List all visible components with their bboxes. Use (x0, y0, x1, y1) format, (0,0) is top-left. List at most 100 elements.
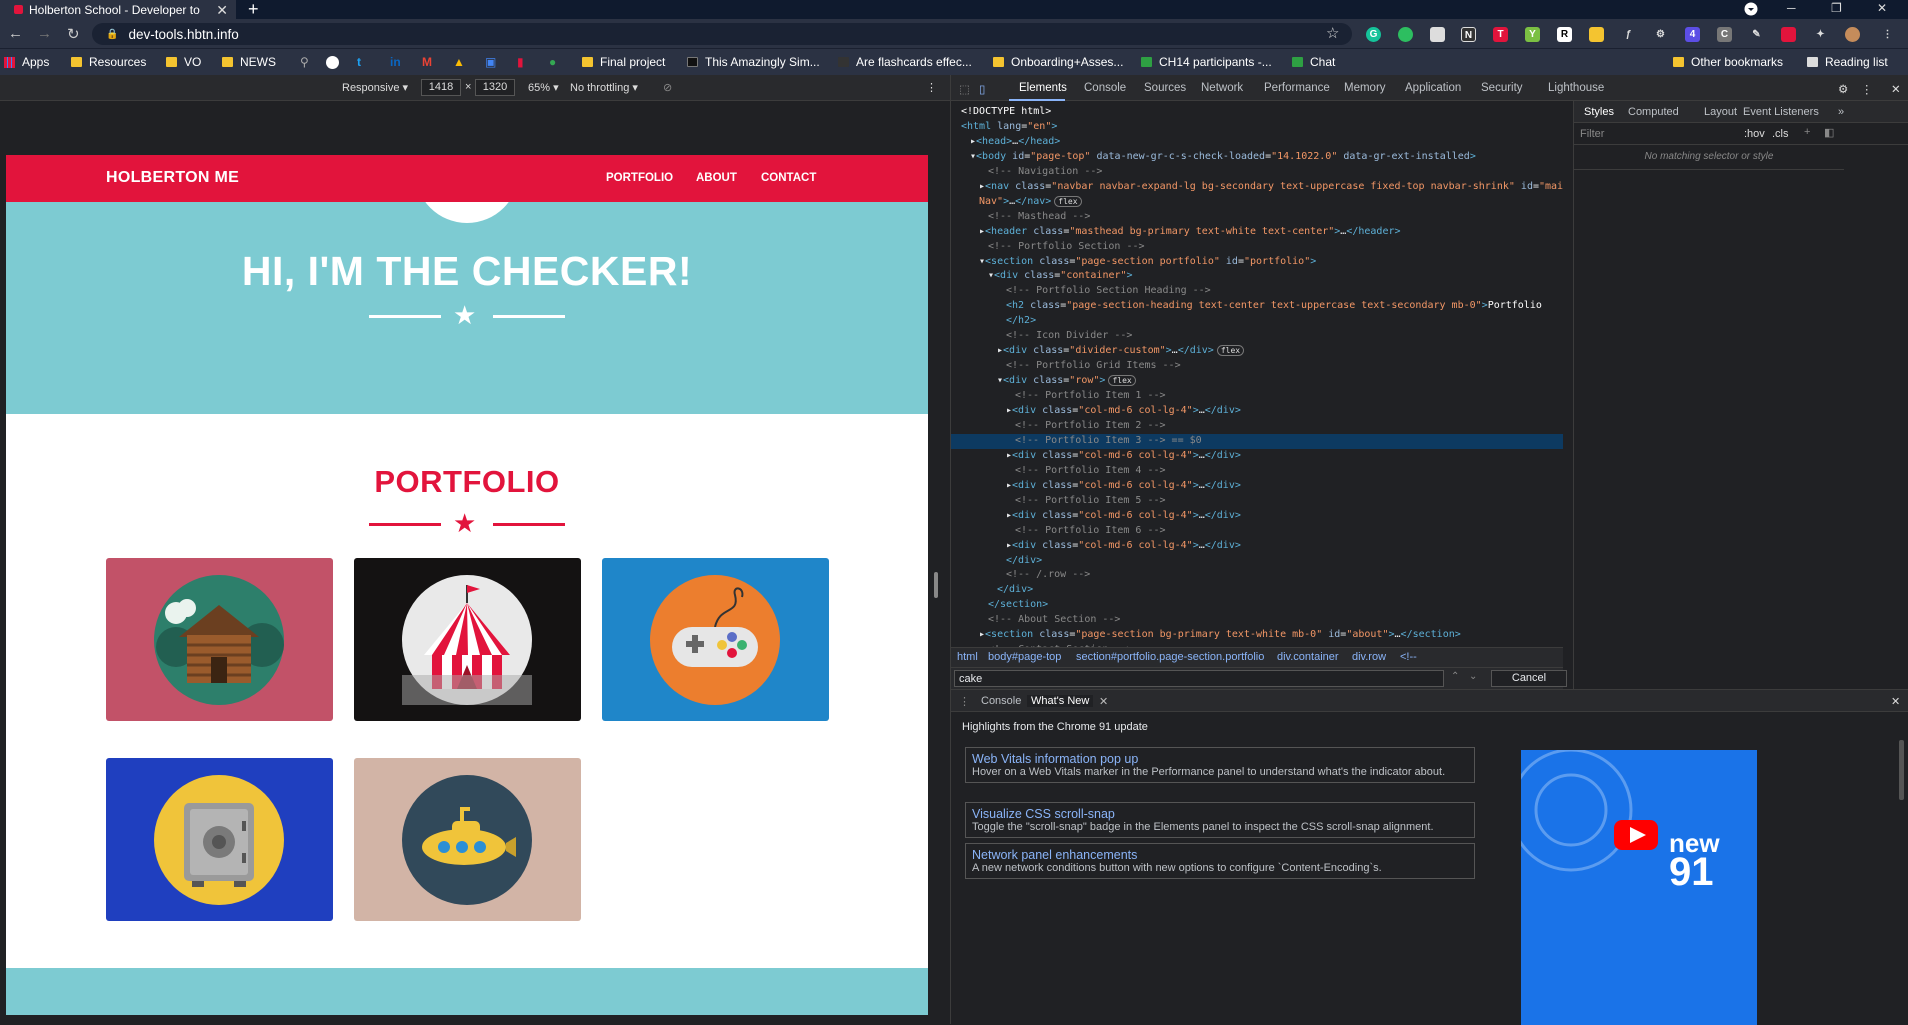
folder-extension-icon[interactable] (1589, 27, 1604, 42)
apps-bookmark[interactable]: Apps (4, 55, 49, 69)
calendar-icon[interactable]: ▣ (485, 55, 496, 69)
dom-node-line[interactable]: ▾<section class="page-section portfolio"… (951, 255, 1563, 270)
new-rule-icon[interactable]: + (1804, 126, 1810, 138)
bookmark-item[interactable]: CH14 participants -... (1141, 55, 1272, 69)
tab-security[interactable]: Security (1481, 82, 1523, 94)
viewport-resize-handle[interactable] (934, 572, 938, 598)
restore-icon[interactable]: ❐ (1831, 1, 1842, 15)
tab-computed[interactable]: Computed (1628, 106, 1679, 118)
dom-node-line[interactable]: ▸<section class="page-section bg-primary… (951, 628, 1563, 643)
drawer-tab-console[interactable]: Console (981, 695, 1021, 707)
dom-node-line[interactable]: <html lang="en"> (951, 120, 1563, 135)
tab-memory[interactable]: Memory (1344, 82, 1386, 94)
dom-node-line[interactable]: </h2> (951, 314, 1563, 329)
browser-tab[interactable]: Holberton School - Developer to ✕ (0, 0, 236, 19)
c-extension-icon[interactable]: C (1717, 27, 1732, 42)
gmail-icon[interactable]: M (422, 55, 432, 69)
dom-node-line[interactable]: <!-- Masthead --> (951, 210, 1563, 225)
dom-node-line[interactable]: <!-- Portfolio Section Heading --> (951, 284, 1563, 299)
tab-elements[interactable]: Elements (1019, 82, 1067, 94)
inspect-element-icon[interactable]: ⬚ (959, 82, 970, 96)
search-prev-icon[interactable]: ⌃ (1451, 671, 1459, 682)
tab-network[interactable]: Network (1201, 82, 1243, 94)
dom-node-line[interactable]: ▸<div class="col-md-6 col-lg-4">…</div> (951, 539, 1563, 554)
feature-title[interactable]: Web Vitals information pop up (972, 752, 1468, 766)
patreon-icon[interactable]: ▮ (517, 55, 524, 69)
dom-node-line[interactable]: <!-- Icon Divider --> (951, 329, 1563, 344)
tab-console[interactable]: Console (1084, 82, 1126, 94)
feature-card[interactable]: Visualize CSS scroll-snap Toggle the "sc… (965, 802, 1475, 838)
close-window-icon[interactable]: ✕ (1877, 1, 1887, 15)
url-input[interactable]: 🔒 dev-tools.hbtn.info (92, 23, 1352, 45)
dom-node-line[interactable]: ▸<nav class="navbar navbar-expand-lg bg-… (951, 180, 1563, 195)
other-bookmarks[interactable]: Other bookmarks (1673, 55, 1783, 69)
reload-icon[interactable]: ↻ (67, 25, 80, 43)
bookmark-item[interactable]: Resources (71, 55, 146, 69)
site-brand[interactable]: HOLBERTON ME (106, 169, 239, 187)
dom-node-line[interactable]: <!-- Portfolio Item 5 --> (951, 494, 1563, 509)
nav-link-contact[interactable]: CONTACT (761, 172, 816, 184)
zoom-select[interactable]: 65% ▾ (528, 81, 559, 94)
dom-node-line[interactable]: ▾<div class="row"> flex (951, 374, 1563, 389)
tab-lighthouse[interactable]: Lighthouse (1548, 82, 1604, 94)
y-extension-icon[interactable]: Y (1525, 27, 1540, 42)
devtools-menu-icon[interactable]: ⋮ (1861, 82, 1873, 96)
drawer-tab-whats-new[interactable]: What's New (1027, 695, 1094, 707)
evernote-extension-icon[interactable] (1398, 27, 1413, 42)
feature-card[interactable]: Network panel enhancements A new network… (965, 843, 1475, 879)
r-extension-icon[interactable]: R (1557, 27, 1572, 42)
close-whats-new-icon[interactable]: ✕ (1099, 695, 1108, 708)
bookmark-item[interactable]: Are flashcards effec... (838, 55, 972, 69)
dom-node-line[interactable]: ▸<head>…</head> (951, 135, 1563, 150)
bookmark-item[interactable]: VO (166, 55, 201, 69)
dom-node-line[interactable]: <!DOCTYPE html> (951, 105, 1563, 120)
dom-node-line[interactable]: </div> (951, 583, 1563, 598)
breadcrumb[interactable]: div.row (1352, 651, 1386, 663)
pin-icon[interactable]: ⚲ (300, 55, 309, 69)
viewport-width-input[interactable]: 1418 (421, 79, 461, 96)
hov-toggle[interactable]: :hov (1744, 128, 1765, 140)
photo-extension-icon[interactable] (1430, 27, 1445, 42)
tab-application[interactable]: Application (1405, 82, 1461, 94)
twitter-icon[interactable]: t (357, 55, 361, 69)
avatar[interactable] (1845, 27, 1860, 42)
more-tabs-icon[interactable]: » (1838, 106, 1844, 118)
dom-search-input[interactable] (954, 670, 1444, 687)
settings-gear-icon[interactable]: ⚙ (1838, 82, 1848, 96)
bookmark-item[interactable]: This Amazingly Sim... (687, 55, 820, 69)
dom-node-line[interactable]: ▸<div class="col-md-6 col-lg-4">…</div> (951, 479, 1563, 494)
dom-node-line[interactable]: ▸<div class="divider-custom">…</div> flex (951, 344, 1563, 359)
dom-node-line[interactable]: ▸<header class="masthead bg-primary text… (951, 225, 1563, 240)
dom-node-line[interactable]: </div> (951, 554, 1563, 569)
badge-extension-icon[interactable]: 4 (1685, 27, 1700, 42)
cancel-button[interactable]: Cancel (1491, 670, 1567, 687)
tab-event-listeners[interactable]: Event Listeners (1743, 106, 1819, 118)
device-toggle-icon[interactable]: ▯ (979, 82, 985, 96)
tab-styles[interactable]: Styles (1584, 106, 1614, 118)
puzzle-extensions-icon[interactable]: ✦ (1813, 27, 1828, 42)
dom-node-line[interactable]: <!-- Navigation --> (951, 165, 1563, 180)
new-tab-button[interactable]: + (248, 0, 259, 18)
formula-extension-icon[interactable]: ƒ (1621, 27, 1636, 42)
tab-performance[interactable]: Performance (1264, 82, 1330, 94)
dom-node-line[interactable]: <!-- Portfolio Item 4 --> (951, 464, 1563, 479)
reading-list[interactable]: Reading list (1807, 55, 1888, 69)
dom-node-line[interactable]: <h2 class="page-section-heading text-cen… (951, 299, 1563, 314)
viewport-height-input[interactable]: 1320 (475, 79, 515, 96)
maps-icon[interactable]: ● (549, 55, 556, 69)
rotate-icon[interactable]: ⊘ (663, 81, 672, 94)
back-icon[interactable]: ← (8, 25, 23, 42)
portfolio-item-safe[interactable] (106, 758, 333, 921)
github-icon[interactable] (326, 56, 339, 69)
cls-toggle[interactable]: .cls (1772, 128, 1789, 140)
google-drive-icon[interactable]: ▲ (453, 55, 465, 69)
nav-link-about[interactable]: ABOUT (696, 172, 737, 184)
dom-node-line[interactable]: ▸<div class="col-md-6 col-lg-4">…</div> (951, 509, 1563, 524)
throttling-select[interactable]: No throttling ▾ (570, 81, 638, 94)
dom-node-line[interactable]: ▾<body id="page-top" data-new-gr-c-s-che… (951, 150, 1563, 165)
bookmark-item[interactable]: Final project (582, 55, 665, 69)
tab-layout[interactable]: Layout (1704, 106, 1737, 118)
chrome-91-video-thumbnail[interactable]: new 91 (1521, 750, 1757, 1025)
dom-node-line[interactable]: <!-- Portfolio Item 3 --> == $0 (951, 433, 1563, 449)
forward-icon[interactable]: → (37, 25, 52, 42)
